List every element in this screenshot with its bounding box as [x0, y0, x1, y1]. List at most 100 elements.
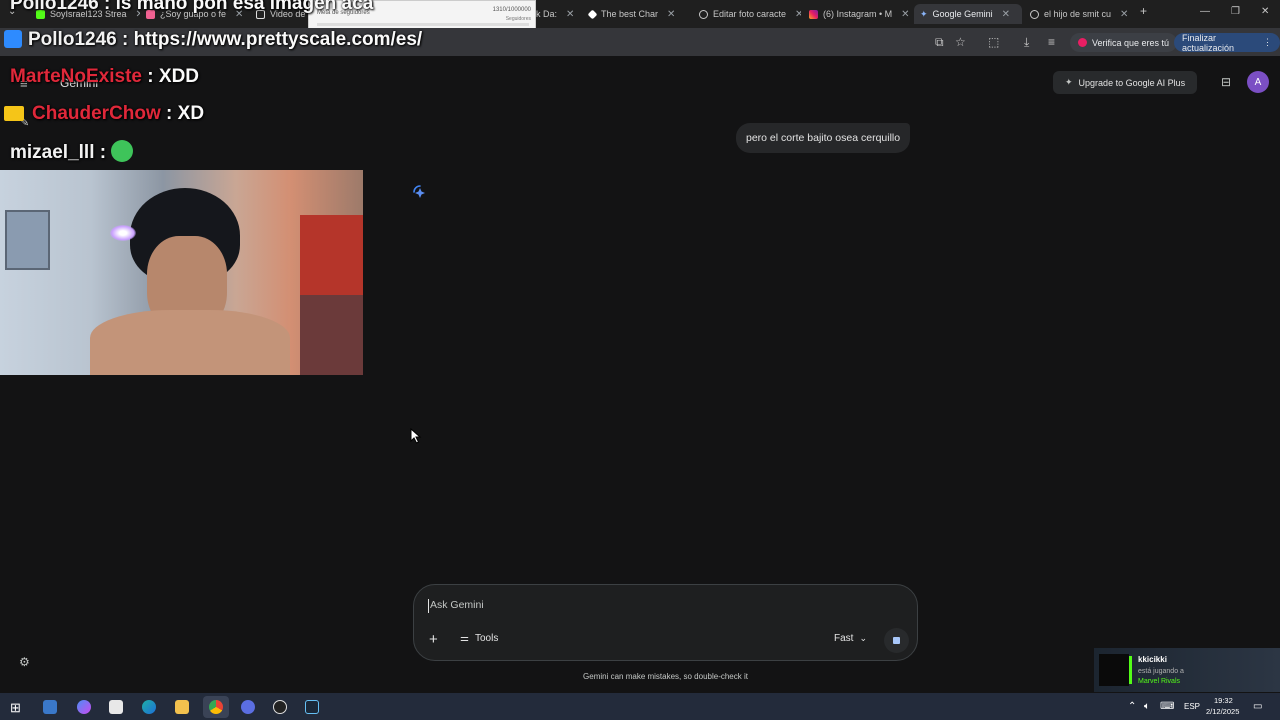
close-icon[interactable]: ✕ — [901, 9, 909, 20]
windows-start-icon[interactable]: ⊞ — [10, 700, 21, 716]
close-icon[interactable]: ✕ — [667, 9, 675, 20]
chevron-up-icon[interactable]: ⌃ — [1128, 701, 1136, 712]
mode-selector[interactable]: Fast ⌄ — [834, 633, 867, 644]
emote-icon — [111, 140, 134, 162]
background-object — [300, 215, 363, 295]
chat-line: mizael_lll : — [10, 140, 134, 164]
folder-icon[interactable] — [175, 700, 189, 714]
obs-icon[interactable] — [273, 700, 287, 714]
chat-separator: : — [98, 0, 116, 14]
maximize-icon[interactable]: ❐ — [1231, 6, 1240, 17]
chat-message: XD — [177, 103, 205, 124]
discord-icon[interactable] — [241, 700, 255, 714]
globe-icon — [1030, 9, 1039, 19]
star-icon[interactable]: ☆ — [955, 35, 966, 49]
taskbar — [0, 693, 1280, 720]
explorer-app-icon[interactable] — [43, 700, 57, 714]
stop-button[interactable] — [884, 628, 909, 653]
chevron-down-icon: ⌄ — [859, 633, 867, 643]
gemini-loading-icon — [413, 185, 425, 198]
stop-icon — [893, 637, 900, 644]
tab-4[interactable]: The best Char ✕ — [583, 4, 689, 24]
chat-separator: : — [94, 142, 112, 163]
tab-8[interactable]: el hijo de smit cu ✕ — [1024, 4, 1130, 24]
tab-5[interactable]: Editar foto caracte ✕ — [693, 4, 801, 24]
widget-count: 1310/1000000 — [492, 7, 531, 13]
add-icon[interactable]: + — [429, 631, 438, 648]
profile-icon — [1078, 38, 1087, 47]
tab-label: Google Gemini — [932, 9, 993, 19]
tab-label: The best Char — [601, 9, 659, 19]
prompt-box: Ask Gemini + ⚌ Tools Fast ⌄ — [413, 584, 918, 661]
upgrade-button[interactable]: ✦ Upgrade to Google AI Plus — [1053, 71, 1198, 94]
chat-username: Pollo1246 — [28, 29, 117, 50]
temporary-chat-icon[interactable]: ⊟ — [1221, 75, 1231, 89]
volume-icon[interactable]: 🔈︎ — [1144, 701, 1150, 712]
diamond-icon — [587, 9, 598, 19]
verify-button[interactable]: Verifica que eres tú — [1070, 33, 1178, 52]
copilot-icon[interactable] — [77, 700, 91, 714]
chat-separator: : — [142, 66, 159, 87]
close-window-icon[interactable]: ✕ — [1261, 6, 1269, 17]
media-icon[interactable]: ≡ — [1048, 35, 1055, 49]
tab-label: el hijo de smit cu — [1044, 9, 1112, 19]
tools-button[interactable]: ⚌ Tools — [460, 633, 498, 644]
prompt-input[interactable]: Ask Gemini — [428, 599, 898, 613]
close-icon[interactable]: ✕ — [1120, 9, 1128, 20]
chat-line: MarteNoExiste : XDD — [10, 66, 199, 88]
notifications-icon[interactable]: ▭ — [1253, 701, 1262, 712]
tab-label: (6) Instagram • M — [823, 9, 893, 19]
close-icon[interactable]: ✕ — [566, 9, 574, 20]
tab-gemini[interactable]: ✦ Google Gemini ✕ — [914, 4, 1022, 24]
chat-message: is mano pon esa imagen aca — [115, 0, 374, 14]
mouse-cursor-icon — [410, 428, 422, 444]
keyboard-icon[interactable]: ⌨︎ — [1160, 701, 1174, 712]
webcam-feed — [0, 170, 363, 375]
chat-line: ChauderChow : XD — [4, 103, 204, 125]
clock-date[interactable]: 2/12/2025 — [1206, 707, 1239, 716]
close-icon[interactable]: ✕ — [795, 9, 801, 20]
chat-username: MarteNoExiste — [10, 66, 142, 87]
tab-label: Editar foto caracte — [713, 9, 787, 19]
disclaimer: Gemini can make mistakes, so double-chec… — [583, 672, 748, 681]
extensions-icon[interactable]: ⬚ — [988, 35, 999, 49]
chat-message: https://www.prettyscale.com/es/ — [133, 29, 423, 50]
tools-icon: ⚌ — [460, 633, 469, 644]
site-icon — [699, 9, 708, 19]
download-icon[interactable]: ⤓ — [1024, 35, 1029, 50]
settings-icon[interactable]: ⚙ — [19, 655, 30, 669]
user-message: pero el corte bajito osea cerquillo — [736, 123, 911, 153]
steam-icon[interactable] — [305, 700, 319, 714]
tools-label: Tools — [474, 633, 499, 644]
chat-username: ChauderChow — [32, 103, 161, 124]
crown-badge-icon — [4, 106, 24, 121]
update-button[interactable]: Finalizar actualización ⋮ — [1174, 32, 1280, 53]
upgrade-label: Upgrade to Google AI Plus — [1078, 77, 1186, 88]
close-icon[interactable]: ✕ — [1002, 9, 1010, 20]
light-glare — [110, 225, 136, 241]
moderator-badge-icon — [4, 30, 22, 48]
activity-widget: kkicikki está jugando a Marvel Rivals — [1094, 648, 1280, 692]
new-tab-button[interactable]: + — [1140, 4, 1147, 18]
activity-user: kkicikki — [1138, 655, 1167, 664]
chat-message: XDD — [158, 66, 200, 87]
tab-6[interactable]: (6) Instagram • M ✕ — [803, 4, 911, 24]
verify-label: Verifica que eres tú — [1092, 37, 1170, 48]
sparkle-icon: ✦ — [1065, 77, 1073, 87]
clock-time[interactable]: 19:32 — [1214, 696, 1233, 705]
store-icon[interactable] — [109, 700, 123, 714]
edge-icon[interactable] — [142, 700, 156, 714]
language-indicator[interactable]: ESP — [1184, 702, 1200, 711]
update-label: Finalizar actualización — [1182, 32, 1235, 53]
tab-label: k Da: — [536, 9, 558, 19]
translate-icon[interactable]: ⧉ — [935, 35, 944, 50]
chat-line: Pollo1246 : is mano pon esa imagen aca — [10, 0, 373, 15]
avatar[interactable]: A — [1247, 71, 1269, 93]
gemini-sparkle-icon: ✦ — [920, 8, 928, 19]
chrome-icon[interactable] — [209, 700, 223, 714]
more-icon: ⋮ — [1263, 37, 1272, 47]
person-body — [90, 310, 290, 375]
minimize-icon[interactable]: — — [1200, 6, 1210, 17]
activity-avatar — [1099, 654, 1129, 686]
tab-3[interactable]: k Da: ✕ — [530, 4, 580, 24]
